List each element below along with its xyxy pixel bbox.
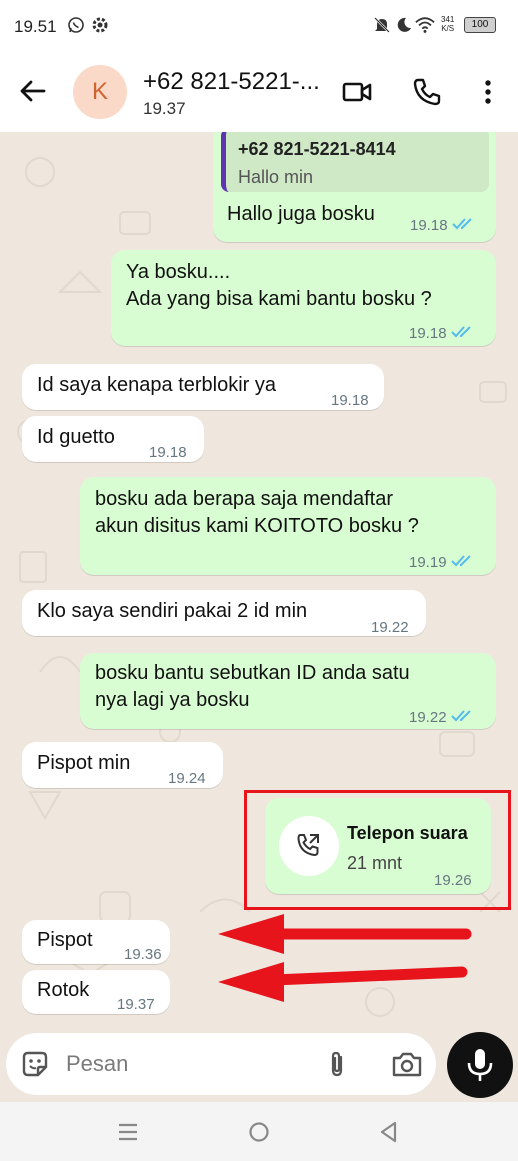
status-time: 19.51	[14, 17, 57, 36]
message-text: Id guetto	[37, 426, 115, 448]
recent-apps-icon[interactable]	[116, 1120, 140, 1144]
message-meta: 19.18	[409, 320, 477, 347]
message-bubble-incoming[interactable]: Pispot min 19.24	[22, 742, 223, 788]
message-bubble-incoming[interactable]: Rotok 19.37	[22, 970, 170, 1014]
message-meta: 19.18	[410, 212, 478, 239]
read-ticks-icon	[450, 555, 471, 567]
message-meta: 19.22	[409, 704, 477, 731]
whatsapp-notification-icon	[68, 17, 84, 33]
message-bubble-incoming[interactable]: Pispot 19.36	[22, 920, 170, 964]
message-time: 19.22	[409, 709, 447, 726]
read-ticks-icon	[450, 326, 471, 338]
message-text: Ya bosku.... Ada yang bisa kami bantu bo…	[126, 261, 432, 310]
chat-messages-area[interactable]: +62 821-5221-8414 Hallo min Hallo juga b…	[0, 132, 518, 1030]
message-time: 19.37	[117, 996, 155, 1013]
camera-icon[interactable]	[391, 1049, 423, 1079]
microphone-icon	[467, 1049, 493, 1081]
paperclip-icon[interactable]	[322, 1049, 352, 1079]
message-bubble-incoming[interactable]: Id guetto 19.18	[22, 416, 204, 462]
message-text: Hallo juga bosku	[227, 203, 375, 225]
message-time: 19.18	[149, 444, 187, 461]
message-text: Pispot min	[37, 752, 131, 774]
network-speed-value: 341	[441, 15, 455, 24]
quoted-reply[interactable]: +62 821-5221-8414 Hallo min	[221, 132, 489, 192]
contact-avatar[interactable]: K	[73, 65, 127, 119]
voice-record-button[interactable]	[447, 1032, 513, 1098]
message-text: Id saya kenapa terblokir ya	[37, 374, 277, 396]
message-text: bosku bantu sebutkan ID anda satu nya la…	[95, 662, 410, 711]
more-vertical-icon[interactable]	[473, 77, 503, 107]
sticker-icon[interactable]	[20, 1049, 50, 1079]
message-time: 19.18	[410, 217, 448, 234]
red-arrow-annotation	[218, 962, 468, 1002]
message-bubble-outgoing[interactable]: +62 821-5221-8414 Hallo min Hallo juga b…	[213, 132, 496, 242]
red-arrow-annotation	[218, 914, 472, 954]
message-text: Pispot	[37, 929, 93, 951]
network-speed: 341 K/S	[441, 15, 454, 33]
message-input-bar	[0, 1030, 518, 1102]
message-bubble-outgoing[interactable]: bosku ada berapa saja mendaftar akun dis…	[80, 477, 496, 575]
settings-gear-icon	[92, 17, 108, 33]
message-time: 19.24	[168, 770, 206, 787]
quoted-text: Hallo min	[238, 167, 314, 187]
message-time: 19.36	[124, 946, 162, 963]
message-input[interactable]	[66, 1051, 306, 1077]
message-bubble-outgoing[interactable]: Ya bosku.... Ada yang bisa kami bantu bo…	[111, 250, 496, 346]
read-ticks-icon	[451, 218, 472, 230]
message-meta: 19.19	[409, 549, 477, 576]
home-circle-icon[interactable]	[247, 1120, 271, 1144]
mute-bell-icon	[374, 17, 390, 33]
battery-indicator: 100	[464, 17, 496, 33]
message-bubble-incoming[interactable]: Klo saya sendiri pakai 2 id min 19.22	[22, 590, 426, 636]
message-time: 19.22	[371, 619, 409, 636]
message-input-pill[interactable]	[6, 1033, 436, 1095]
status-bar: 19.51 341 K/S 100	[0, 0, 518, 52]
wifi-icon	[415, 17, 435, 33]
back-triangle-icon[interactable]	[377, 1120, 401, 1144]
contact-name[interactable]: +62 821-5221-...	[143, 68, 320, 96]
chat-header: K +62 821-5221-... 19.37	[0, 52, 518, 132]
phone-icon[interactable]	[412, 77, 442, 107]
message-bubble-incoming[interactable]: Id saya kenapa terblokir ya 19.18	[22, 364, 384, 410]
message-text: Klo saya sendiri pakai 2 id min	[37, 600, 308, 622]
read-ticks-icon	[450, 710, 471, 722]
last-seen-time: 19.37	[143, 99, 186, 118]
network-speed-unit: K/S	[441, 24, 455, 33]
system-navigation-bar	[0, 1102, 518, 1161]
arrow-left-icon[interactable]	[18, 76, 48, 106]
message-bubble-outgoing[interactable]: bosku bantu sebutkan ID anda satu nya la…	[80, 653, 496, 729]
red-highlight-box	[244, 790, 511, 910]
do-not-disturb-moon-icon	[397, 17, 411, 32]
message-text: Rotok	[37, 979, 90, 1001]
message-text: bosku ada berapa saja mendaftar akun dis…	[95, 488, 419, 537]
video-call-icon[interactable]	[342, 77, 372, 107]
message-time: 19.18	[409, 325, 447, 342]
message-time: 19.18	[331, 392, 369, 409]
quoted-sender: +62 821-5221-8414	[238, 139, 396, 159]
message-time: 19.19	[409, 554, 447, 571]
